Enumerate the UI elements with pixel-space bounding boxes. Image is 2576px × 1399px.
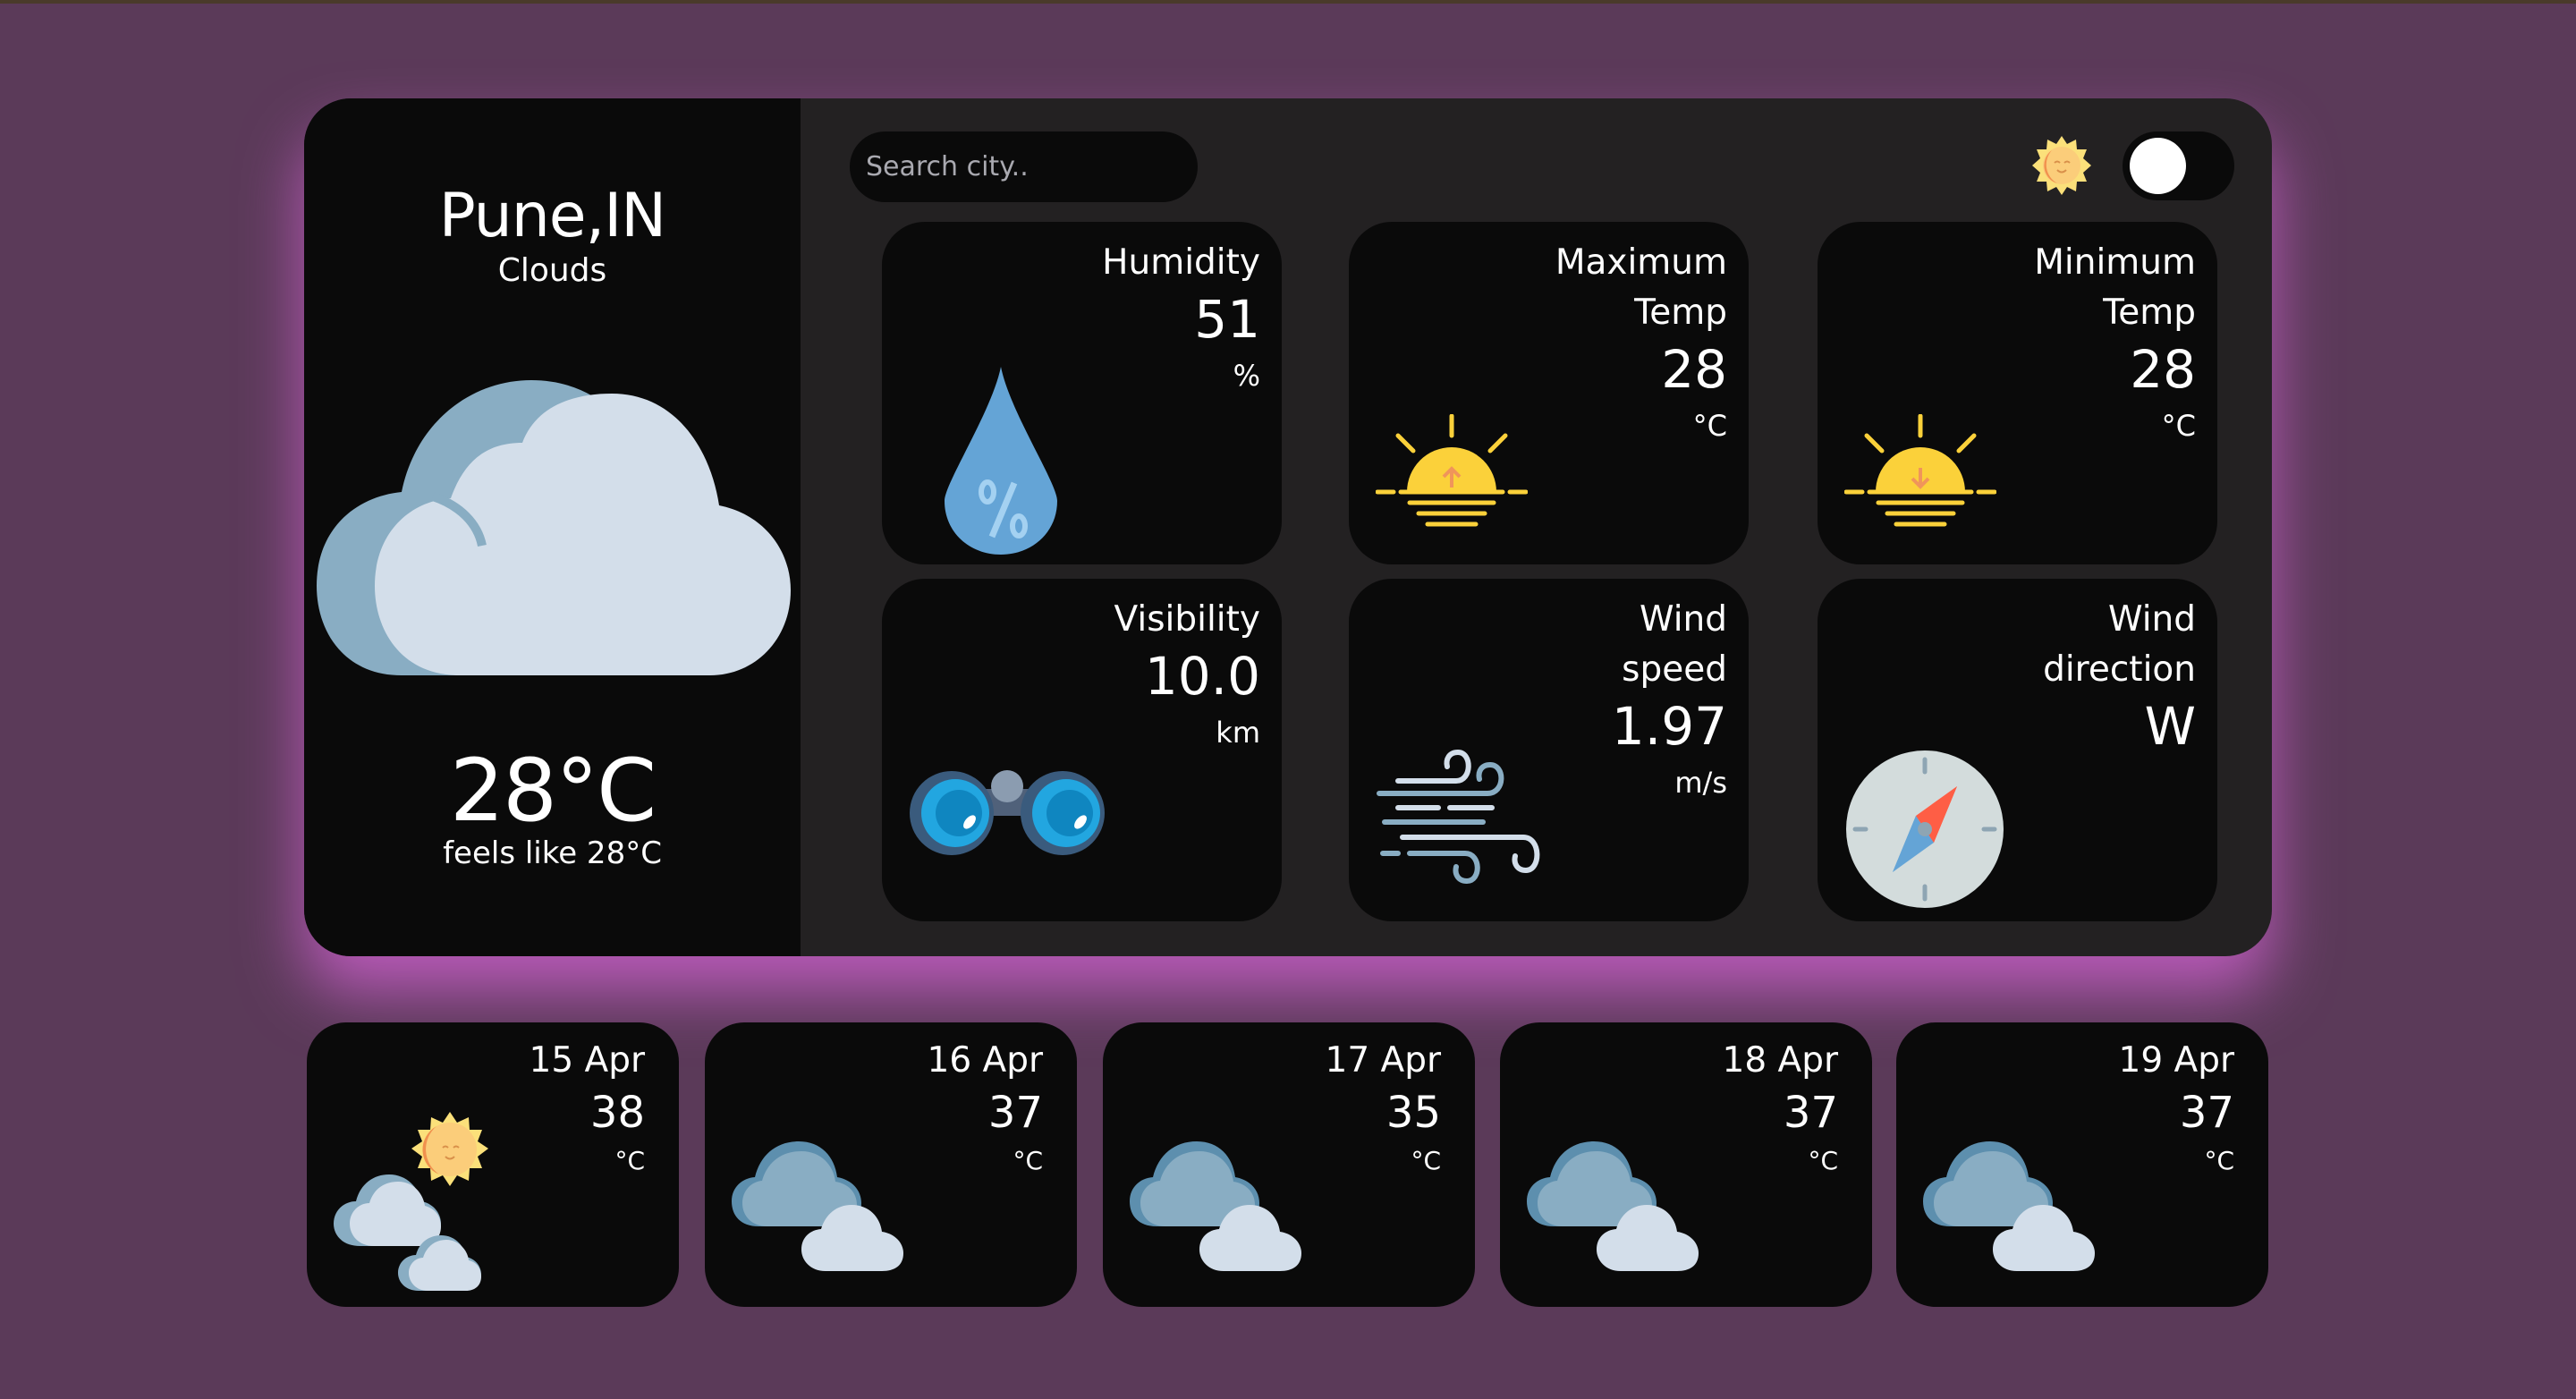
tile-label: Maximum	[1555, 242, 1727, 283]
weather-condition: Clouds	[497, 252, 607, 289]
humidity-unit: %	[1233, 359, 1260, 393]
wind-direction-tile: Wind direction W	[1818, 579, 2217, 921]
min-temp-unit: °C	[2161, 409, 2196, 443]
forecast-card: 15 Apr 38 °C	[307, 1022, 679, 1307]
tile-label: Temp	[1634, 293, 1727, 333]
wind-icon	[1377, 749, 1540, 885]
sun-clouds-icon	[334, 1112, 488, 1291]
forecast-date: 17 Apr	[1325, 1040, 1442, 1081]
weather-card: Pune,IN Clouds 28°C feels like 28°C Humi…	[304, 98, 2272, 956]
forecast-temp: 37	[2179, 1088, 2234, 1138]
max-temp-unit: °C	[1692, 409, 1727, 443]
max-temp-value: 28	[1661, 339, 1727, 400]
tile-label: speed	[1622, 649, 1727, 690]
feels-like: feels like 28°C	[443, 835, 662, 871]
sun-icon[interactable]	[2032, 136, 2091, 195]
min-temp-tile: Minimum Temp 28 °C	[1818, 222, 2217, 564]
clouds-icon	[1923, 1141, 2095, 1271]
humidity-tile: Humidity 51 %	[882, 222, 1282, 564]
forecast-temp: 38	[589, 1088, 645, 1138]
forecast-temp: 37	[1783, 1088, 1838, 1138]
tile-label: Wind	[1639, 599, 1727, 640]
forecast-date: 18 Apr	[1722, 1040, 1839, 1081]
visibility-tile: Visibility 10.0 km	[882, 579, 1282, 921]
tile-label: Visibility	[1114, 599, 1260, 640]
compass-icon	[1846, 750, 2004, 908]
visibility-value: 10.0	[1144, 646, 1260, 707]
cloud-icon	[317, 380, 791, 675]
sunset-icon	[1844, 414, 1996, 527]
forecast-unit: °C	[2204, 1146, 2234, 1175]
tile-label: Minimum	[2034, 242, 2196, 283]
tile-label: Wind	[2107, 599, 2196, 640]
wind-speed-value: 1.97	[1611, 696, 1727, 757]
top-border	[0, 0, 2576, 4]
current-weather-panel: Pune,IN Clouds 28°C feels like 28°C	[304, 98, 801, 956]
forecast-unit: °C	[1013, 1146, 1043, 1175]
forecast-card: 17 Apr 35 °C	[1103, 1022, 1475, 1307]
forecast-temp: 37	[987, 1088, 1043, 1138]
tile-label: Temp	[2103, 293, 2196, 333]
wind-speed-tile: Wind speed 1.97 m/s	[1349, 579, 1749, 921]
visibility-unit: km	[1216, 716, 1260, 750]
current-temperature: 28°C	[449, 741, 657, 841]
tile-label: Humidity	[1102, 242, 1260, 283]
forecast-date: 15 Apr	[529, 1040, 646, 1081]
forecast-unit: °C	[1411, 1146, 1441, 1175]
clouds-icon	[1527, 1141, 1699, 1271]
clouds-icon	[1130, 1141, 1301, 1271]
max-temp-tile: Maximum Temp 28 °C	[1349, 222, 1749, 564]
forecast-temp: 35	[1385, 1088, 1441, 1138]
theme-toggle[interactable]	[2123, 131, 2234, 200]
search-city-input[interactable]	[850, 131, 1198, 202]
min-temp-value: 28	[2130, 339, 2196, 400]
toggle-knob[interactable]	[2130, 138, 2186, 194]
forecast-date: 19 Apr	[2118, 1040, 2235, 1081]
wind-direction-value: W	[2144, 696, 2196, 757]
forecast-card: 16 Apr 37 °C	[705, 1022, 1077, 1307]
forecast-card: 18 Apr 37 °C	[1500, 1022, 1872, 1307]
forecast-date: 16 Apr	[927, 1040, 1044, 1081]
humidity-value: 51	[1194, 289, 1260, 350]
city-name: Pune,IN	[438, 181, 666, 251]
clouds-icon	[732, 1141, 903, 1271]
binoculars-icon	[910, 770, 1105, 855]
forecast-unit: °C	[1808, 1146, 1838, 1175]
forecast-unit: °C	[614, 1146, 645, 1175]
wind-speed-unit: m/s	[1674, 766, 1727, 800]
tile-label: direction	[2043, 649, 2196, 690]
forecast-card: 19 Apr 37 °C	[1896, 1022, 2268, 1307]
sunrise-icon	[1376, 414, 1528, 527]
water-drop-percent-icon	[945, 367, 1057, 555]
